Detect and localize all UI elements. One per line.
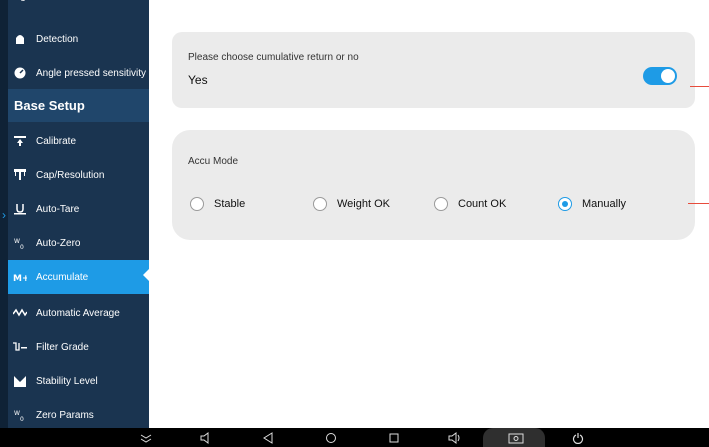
screenshot-icon[interactable] (507, 428, 525, 447)
cap-resolution-icon (13, 168, 27, 182)
sidebar-item-label: Stability Level (36, 375, 98, 387)
automatic-average-icon (13, 306, 27, 320)
expand-arrow-icon[interactable]: › (2, 208, 6, 222)
sidebar-item-filter-grade[interactable]: Filter Grade (8, 330, 149, 364)
indicator-line-1 (690, 86, 709, 87)
sidebar-item-label: Detection (36, 33, 79, 45)
system-navigation-bar (0, 428, 709, 447)
radio-label: Count OK (458, 198, 507, 210)
detection-icon (13, 32, 27, 46)
sidebar-item-label: Calibrate (36, 135, 77, 147)
sidebar-item-label: Cap/Resolution (36, 169, 105, 181)
sidebar-item-angle-sensitivity[interactable]: Angle pressed sensitivity (8, 56, 149, 90)
accu-mode-title: Accu Mode (188, 156, 239, 167)
svg-text:0: 0 (20, 416, 24, 421)
svg-text:M+: M+ (13, 274, 27, 283)
cumulative-return-label: Please choose cumulative return or no (188, 52, 359, 63)
radio-circle (434, 197, 448, 211)
auto-tare-icon (13, 202, 27, 216)
stability-level-icon (13, 374, 27, 388)
sidebar-item-cut-off: Angle Coefficient (8, 0, 149, 9)
sidebar-item-zero-params[interactable]: W0 Zero Params (8, 398, 149, 428)
sidebar-item-stability-level[interactable]: Stability Level (8, 364, 149, 398)
sidebar-item-automatic-average[interactable]: Automatic Average (8, 296, 149, 330)
radio-circle (313, 197, 327, 211)
radio-label: Stable (214, 198, 246, 210)
cumulative-return-card: Please choose cumulative return or no Ye… (172, 32, 695, 108)
sidebar-item-label: Auto-Zero (36, 237, 81, 249)
volume-down-icon[interactable] (198, 428, 214, 447)
indicator-line-2 (688, 203, 709, 204)
radio-circle (558, 197, 572, 211)
zero-params-icon: W0 (13, 408, 27, 422)
cumulative-return-toggle[interactable] (643, 67, 677, 85)
chevron-down-icon[interactable] (138, 428, 154, 447)
radio-manually[interactable]: Manually (558, 197, 626, 211)
power-icon[interactable] (570, 428, 586, 447)
sidebar-item-auto-tare[interactable]: Auto-Tare (8, 192, 149, 226)
radio-stable[interactable]: Stable (190, 197, 245, 211)
active-indicator-notch (143, 269, 149, 281)
sidebar-item-label: Accumulate (36, 271, 89, 283)
back-icon[interactable] (260, 428, 276, 447)
auto-zero-icon: W0 (13, 236, 27, 250)
sidebar-item-label: Automatic Average (36, 307, 120, 319)
filter-grade-icon (13, 340, 27, 354)
calibrate-icon (13, 134, 27, 148)
sidebar: Angle Coefficient Detection Angle presse… (0, 0, 149, 428)
toggle-knob (661, 69, 675, 83)
sidebar-item-label: Angle pressed sensitivity (36, 67, 147, 79)
cumulative-return-value: Yes (188, 73, 208, 87)
accu-mode-card: Accu Mode Stable Weight OK Count OK Manu… (172, 130, 695, 240)
sidebar-item-cap-resolution[interactable]: Cap/Resolution (8, 158, 149, 192)
sidebar-item-detection[interactable]: Detection (8, 22, 149, 56)
sidebar-item-auto-zero[interactable]: W0 Auto-Zero (8, 226, 149, 260)
sidebar-item-label: Auto-Tare (36, 203, 80, 215)
sidebar-item-label: Filter Grade (36, 341, 89, 353)
section-header-base-setup: Base Setup (8, 89, 149, 122)
radio-count-ok[interactable]: Count OK (434, 197, 506, 211)
sidebar-item-calibrate[interactable]: Calibrate (8, 124, 149, 158)
home-icon[interactable] (323, 428, 339, 447)
radio-label: Manually (582, 198, 627, 210)
radio-weight-ok[interactable]: Weight OK (313, 197, 390, 211)
svg-text:0: 0 (20, 244, 24, 249)
sidebar-item-accumulate[interactable]: M+ Accumulate (8, 260, 149, 294)
radio-circle (190, 197, 204, 211)
recents-icon[interactable] (386, 428, 402, 447)
radio-label: Weight OK (337, 198, 390, 210)
sidebar-item-label: Zero Params (36, 409, 94, 421)
volume-up-icon[interactable] (447, 428, 463, 447)
angle-sensitivity-icon (13, 66, 27, 80)
accumulate-icon: M+ (13, 270, 27, 284)
